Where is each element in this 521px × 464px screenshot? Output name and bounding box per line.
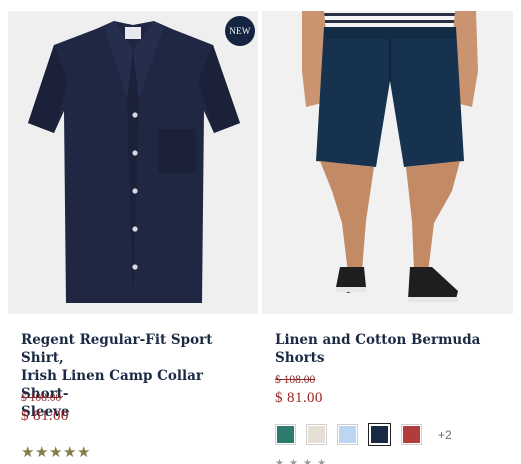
swatch-red[interactable] bbox=[401, 424, 422, 445]
title-line: Regent Regular-Fit Sport Shirt, bbox=[21, 332, 213, 366]
color-swatches: +2 bbox=[275, 423, 452, 446]
product-title[interactable]: Linen and Cotton Bermuda Shorts bbox=[275, 331, 500, 367]
star-icon: ★ bbox=[35, 443, 49, 461]
price-sale: $ 81.00 bbox=[21, 408, 69, 424]
product-image[interactable] bbox=[262, 11, 513, 314]
swatch-navy[interactable] bbox=[368, 423, 391, 446]
price-sale: $ 81.00 bbox=[275, 390, 323, 406]
more-colors-link[interactable]: +2 bbox=[438, 428, 452, 442]
star-icon: ★ bbox=[49, 443, 63, 461]
swatch-light-blue[interactable] bbox=[337, 424, 358, 445]
star-icon: ★ bbox=[275, 458, 284, 464]
star-icon: ★ bbox=[289, 458, 298, 464]
star-icon: ★ bbox=[303, 458, 312, 464]
rating-stars: ★ ★ ★ ★ bbox=[275, 457, 331, 464]
star-icon: ★ bbox=[21, 443, 35, 461]
product-card[interactable] bbox=[262, 11, 513, 314]
swatch-teal[interactable] bbox=[275, 424, 296, 445]
rating-stars: ★ ★ ★ ★ ★ bbox=[21, 445, 91, 461]
product-image[interactable]: NEW bbox=[8, 11, 258, 314]
shorts-image bbox=[302, 11, 478, 302]
price-original: $ 108.00 bbox=[275, 374, 316, 386]
star-icon: ★ bbox=[317, 458, 326, 464]
title-line: Shorts bbox=[275, 350, 325, 366]
new-badge: NEW bbox=[225, 16, 255, 46]
title-line: Linen and Cotton Bermuda bbox=[275, 332, 481, 348]
star-icon: ★ bbox=[63, 443, 77, 461]
shirt-image bbox=[28, 21, 240, 303]
product-card[interactable]: NEW bbox=[8, 11, 258, 314]
star-icon: ★ bbox=[77, 443, 91, 461]
swatch-natural[interactable] bbox=[306, 424, 327, 445]
price-original: $ 108.00 bbox=[21, 392, 62, 404]
